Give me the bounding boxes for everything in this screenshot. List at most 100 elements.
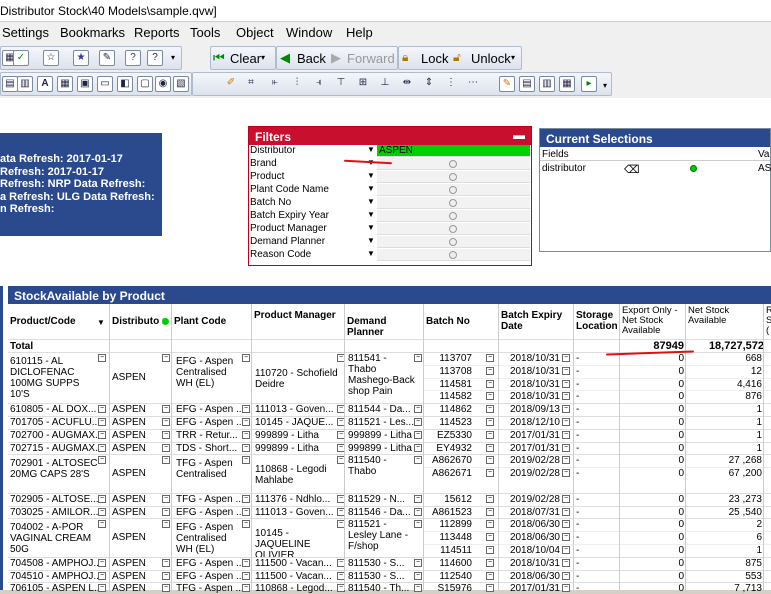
collapse-icon[interactable]: − bbox=[98, 558, 106, 567]
chart-icon[interactable]: ▣ bbox=[77, 76, 93, 92]
align-bottom-icon[interactable]: ⊥ bbox=[377, 76, 393, 92]
menu-bookmarks[interactable]: Bookmarks bbox=[60, 25, 125, 40]
collapse-icon[interactable]: − bbox=[98, 418, 106, 426]
filter-row[interactable]: Distributor ▼ ASPEN bbox=[249, 145, 531, 158]
collapse-icon[interactable]: − bbox=[98, 584, 106, 593]
collapse-icon[interactable]: − bbox=[486, 571, 494, 580]
collapse-icon[interactable]: − bbox=[414, 507, 422, 516]
collapse-icon[interactable]: − bbox=[242, 507, 250, 516]
distribute-icon[interactable]: ⋮ bbox=[443, 76, 459, 92]
collapse-icon[interactable]: − bbox=[486, 366, 494, 375]
dropdown-arrow-icon[interactable]: ▼ bbox=[367, 197, 375, 206]
collapse-icon[interactable]: − bbox=[98, 430, 106, 439]
dropdown-arrow-icon[interactable]: ▼ bbox=[367, 184, 375, 193]
collapse-icon[interactable]: − bbox=[98, 354, 106, 362]
help-icon[interactable]: ? bbox=[125, 50, 141, 66]
star-icon[interactable]: ★ bbox=[73, 50, 89, 66]
input-box-icon[interactable]: ▭ bbox=[97, 76, 113, 92]
check-icon[interactable]: ✓ bbox=[13, 50, 29, 66]
multi-box-icon[interactable]: ▥ bbox=[17, 76, 33, 92]
collapse-icon[interactable]: − bbox=[242, 558, 250, 567]
chevron-down-icon[interactable]: ▾ bbox=[171, 53, 175, 62]
collapse-icon[interactable]: − bbox=[162, 494, 170, 503]
collapse-icon[interactable]: − bbox=[414, 405, 422, 414]
collapse-icon[interactable]: − bbox=[562, 533, 570, 542]
collapse-icon[interactable]: − bbox=[562, 520, 570, 529]
collapse-icon[interactable]: − bbox=[486, 443, 494, 452]
menu-settings[interactable]: Settings bbox=[2, 25, 49, 40]
collapse-icon[interactable]: − bbox=[414, 430, 422, 439]
collapse-icon[interactable]: − bbox=[562, 507, 570, 516]
dropdown-arrow-icon[interactable]: ▼ bbox=[367, 171, 375, 180]
collapse-icon[interactable]: − bbox=[162, 507, 170, 516]
collapse-icon[interactable]: − bbox=[414, 443, 422, 452]
lock-button[interactable]: Lock bbox=[421, 51, 448, 66]
collapse-icon[interactable]: − bbox=[162, 354, 170, 362]
column-header[interactable]: Export Only - Net Stock Available bbox=[620, 304, 686, 339]
collapse-icon[interactable]: − bbox=[414, 418, 422, 426]
grid-icon[interactable]: ⌗ bbox=[243, 76, 259, 92]
filter-row[interactable]: Product ▼ bbox=[249, 171, 531, 184]
collapse-icon[interactable]: − bbox=[414, 558, 422, 567]
collapse-icon[interactable]: − bbox=[242, 418, 250, 426]
collapse-icon[interactable]: − bbox=[486, 418, 494, 426]
collapse-icon[interactable]: − bbox=[562, 354, 570, 362]
forward-icon[interactable]: ▶ bbox=[331, 50, 341, 66]
collapse-icon[interactable]: − bbox=[162, 418, 170, 426]
clear-icon[interactable]: ⏮ bbox=[213, 50, 225, 66]
collapse-icon[interactable]: − bbox=[562, 366, 570, 375]
collapse-icon[interactable]: − bbox=[414, 520, 422, 529]
column-header[interactable]: Demand Planner bbox=[345, 304, 424, 339]
collapse-icon[interactable]: − bbox=[98, 456, 106, 465]
unlock-icon[interactable]: 🔓︎ bbox=[453, 50, 461, 65]
eraser-icon[interactable]: ⌫ bbox=[624, 163, 640, 176]
column-header[interactable]: Batch Expiry Date bbox=[499, 304, 574, 339]
collapse-icon[interactable]: − bbox=[414, 584, 422, 593]
collapse-icon[interactable]: − bbox=[486, 558, 494, 567]
same-size-icon[interactable]: ⋯ bbox=[465, 76, 481, 92]
collapse-icon[interactable]: − bbox=[486, 392, 494, 401]
collapse-icon[interactable]: − bbox=[414, 456, 422, 465]
favorites-icon[interactable]: ☆ bbox=[43, 50, 59, 66]
collapse-icon[interactable]: − bbox=[98, 571, 106, 580]
column-header[interactable]: Net Stock Available bbox=[686, 304, 764, 339]
minimize-icon[interactable]: ▬ bbox=[513, 128, 525, 142]
filter-row[interactable]: Batch No ▼ bbox=[249, 197, 531, 210]
collapse-icon[interactable]: − bbox=[562, 430, 570, 439]
dropdown-arrow-icon[interactable]: ▼ bbox=[367, 210, 375, 219]
menu-tools[interactable]: Tools bbox=[190, 25, 220, 40]
properties-icon[interactable]: ▤ bbox=[519, 76, 535, 92]
context-help-icon[interactable]: ? bbox=[147, 50, 163, 66]
align-left-icon[interactable]: ⫦ bbox=[267, 76, 283, 92]
collapse-icon[interactable]: − bbox=[414, 494, 422, 503]
edit-icon[interactable]: ✎ bbox=[99, 50, 115, 66]
align-middle-icon[interactable]: ⊞ bbox=[355, 76, 371, 92]
collapse-icon[interactable]: − bbox=[162, 520, 170, 529]
collapse-icon[interactable]: − bbox=[486, 494, 494, 503]
text-object-icon[interactable]: A bbox=[37, 76, 53, 92]
list-box-icon[interactable]: ▤ bbox=[2, 76, 18, 92]
statistics-box-icon[interactable]: ▧ bbox=[173, 76, 189, 92]
collapse-icon[interactable]: − bbox=[242, 584, 250, 593]
collapse-icon[interactable]: − bbox=[562, 494, 570, 503]
unlock-button[interactable]: Unlock bbox=[471, 51, 511, 66]
filter-row[interactable]: Product Manager ▼ bbox=[249, 223, 531, 236]
clear-button[interactable]: Clear bbox=[230, 51, 261, 66]
menu-object[interactable]: Object bbox=[236, 25, 274, 40]
filter-row[interactable]: Batch Expiry Year ▼ bbox=[249, 210, 531, 223]
collapse-icon[interactable]: − bbox=[162, 571, 170, 580]
collapse-icon[interactable]: − bbox=[98, 443, 106, 452]
space-horizontal-icon[interactable]: ⇹ bbox=[399, 76, 415, 92]
collapse-icon[interactable]: − bbox=[162, 456, 170, 465]
collapse-icon[interactable]: − bbox=[486, 533, 494, 542]
column-header[interactable]: Product Manager bbox=[252, 304, 345, 339]
collapse-icon[interactable]: − bbox=[242, 494, 250, 503]
column-header[interactable]: Product/Code bbox=[8, 304, 110, 339]
clear-dropdown-icon[interactable]: ▾ bbox=[261, 53, 265, 62]
collapse-icon[interactable]: − bbox=[486, 507, 494, 516]
collapse-icon[interactable]: − bbox=[242, 443, 250, 452]
collapse-icon[interactable]: − bbox=[486, 520, 494, 529]
collapse-icon[interactable]: − bbox=[486, 430, 494, 439]
collapse-icon[interactable]: − bbox=[414, 571, 422, 580]
collapse-icon[interactable]: − bbox=[562, 418, 570, 426]
